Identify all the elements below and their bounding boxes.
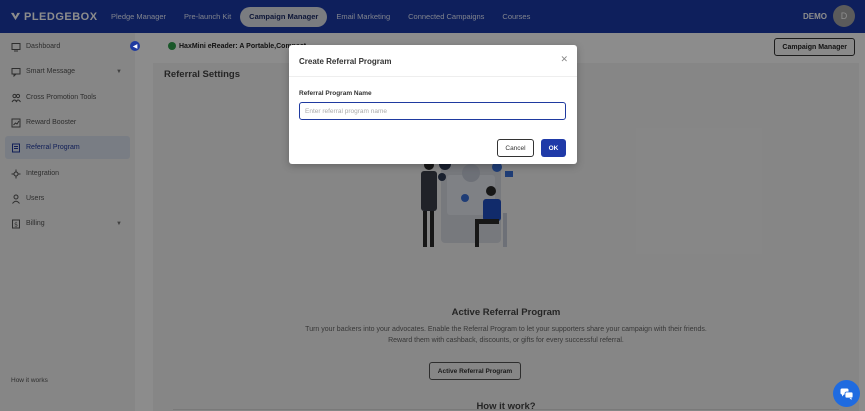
cancel-button[interactable]: Cancel (497, 139, 534, 157)
dialog-divider (289, 76, 577, 77)
sidebar-collapse-button[interactable]: ◀ (130, 41, 140, 51)
close-icon[interactable]: ✕ (560, 54, 568, 65)
chevron-left-icon: ◀ (132, 43, 138, 50)
referral-name-label: Referral Program Name (299, 90, 372, 97)
ok-button[interactable]: OK (541, 139, 566, 157)
chat-widget-button[interactable] (833, 380, 860, 407)
create-referral-program-dialog: Create Referral Program ✕ Referral Progr… (289, 45, 577, 164)
chat-icon (840, 388, 853, 400)
dialog-title: Create Referral Program (299, 57, 392, 66)
referral-name-input[interactable] (299, 102, 566, 120)
